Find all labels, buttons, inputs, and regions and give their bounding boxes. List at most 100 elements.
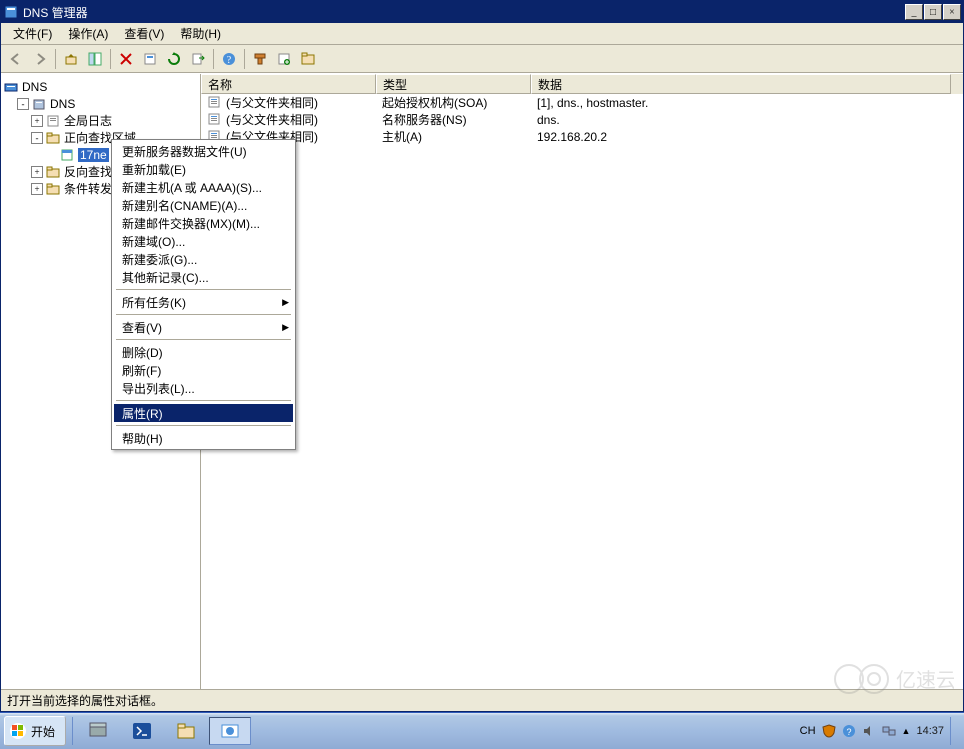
- new-record-button[interactable]: [273, 48, 295, 70]
- context-menu: 更新服务器数据文件(U)重新加载(E)新建主机(A 或 AAAA)(S)...新…: [111, 139, 296, 450]
- up-button[interactable]: [60, 48, 82, 70]
- expand-toggle: [45, 149, 57, 161]
- folder-icon: [45, 130, 61, 146]
- lang-indicator[interactable]: CH: [800, 725, 816, 737]
- expand-toggle[interactable]: +: [31, 115, 43, 127]
- context-menu-item[interactable]: 新建主机(A 或 AAAA)(S)...: [114, 178, 293, 196]
- start-button[interactable]: 开始: [4, 716, 66, 746]
- zone-icon: [59, 147, 75, 163]
- filter-button[interactable]: [249, 48, 271, 70]
- expand-toggle[interactable]: +: [31, 166, 43, 178]
- submenu-arrow-icon: ▶: [282, 322, 289, 333]
- app-icon: [3, 4, 19, 20]
- list-view[interactable]: 名称 类型 数据 (与父文件夹相同)起始授权机构(SOA)[1], dns., …: [201, 74, 963, 689]
- tray-icon-sound[interactable]: [862, 724, 876, 738]
- tree-label: 全局日志: [64, 112, 112, 129]
- quick-launch: [77, 716, 251, 746]
- show-hide-tree-button[interactable]: [84, 48, 106, 70]
- ql-powershell[interactable]: [121, 717, 163, 745]
- context-menu-item[interactable]: 删除(D): [114, 343, 293, 361]
- minimize-button[interactable]: _: [905, 4, 923, 20]
- svg-text:?: ?: [227, 55, 232, 66]
- menu-separator: [116, 289, 291, 290]
- forward-button[interactable]: [29, 48, 51, 70]
- properties-button[interactable]: [139, 48, 161, 70]
- context-menu-item[interactable]: 帮助(H): [114, 429, 293, 447]
- context-menu-item[interactable]: 更新服务器数据文件(U): [114, 142, 293, 160]
- status-text: 打开当前选择的属性对话框。: [7, 692, 163, 709]
- menu-action[interactable]: 操作(A): [60, 23, 116, 44]
- window-title: DNS 管理器: [23, 4, 88, 21]
- clock[interactable]: 14:37: [916, 725, 944, 737]
- export-button[interactable]: [187, 48, 209, 70]
- column-data[interactable]: 数据: [531, 74, 951, 94]
- ql-explorer[interactable]: [165, 717, 207, 745]
- tree-label: 反向查找: [64, 163, 112, 180]
- context-menu-item[interactable]: 属性(R): [114, 404, 293, 422]
- context-menu-item[interactable]: 新建别名(CNAME)(A)...: [114, 196, 293, 214]
- expand-toggle[interactable]: -: [17, 98, 29, 110]
- context-menu-item[interactable]: 所有任务(K)▶: [114, 293, 293, 311]
- submenu-arrow-icon: ▶: [282, 297, 289, 308]
- menu-separator: [116, 314, 291, 315]
- context-menu-item[interactable]: 新建邮件交换器(MX)(M)...: [114, 214, 293, 232]
- tree-label: 17ne: [78, 148, 109, 162]
- list-row[interactable]: (与父文件夹相同)名称服务器(NS)dns.: [201, 111, 963, 128]
- context-menu-item[interactable]: 重新加载(E): [114, 160, 293, 178]
- menu-file[interactable]: 文件(F): [5, 23, 60, 44]
- menu-help[interactable]: 帮助(H): [172, 23, 229, 44]
- folder-icon: [45, 164, 61, 180]
- toolbar: ?: [1, 45, 963, 73]
- tree-label: DNS: [50, 97, 75, 111]
- list-header: 名称 类型 数据: [201, 74, 963, 94]
- context-menu-item[interactable]: 其他新记录(C)...: [114, 268, 293, 286]
- context-menu-item[interactable]: 刷新(F): [114, 361, 293, 379]
- context-menu-item[interactable]: 新建域(O)...: [114, 232, 293, 250]
- context-menu-item[interactable]: 新建委派(G)...: [114, 250, 293, 268]
- column-name[interactable]: 名称: [201, 74, 376, 94]
- maximize-button[interactable]: □: [924, 4, 942, 20]
- svg-text:?: ?: [846, 727, 851, 737]
- titlebar[interactable]: DNS 管理器 _ □ ×: [1, 1, 963, 23]
- system-tray: CH ? ▲ 14:37: [794, 716, 964, 746]
- help-button[interactable]: ?: [218, 48, 240, 70]
- tree-root[interactable]: DNS: [3, 78, 198, 95]
- tree-item[interactable]: + 全局日志: [3, 112, 198, 129]
- list-row[interactable]: (与父文件夹相同)主机(A)192.168.20.2: [201, 128, 963, 145]
- ql-dns-manager[interactable]: [209, 717, 251, 745]
- ql-server-manager[interactable]: [77, 717, 119, 745]
- start-label: 开始: [31, 723, 55, 740]
- tree-label: DNS: [22, 80, 47, 94]
- menu-view[interactable]: 查看(V): [116, 23, 172, 44]
- list-row[interactable]: (与父文件夹相同)起始授权机构(SOA)[1], dns., hostmaste…: [201, 94, 963, 111]
- show-desktop[interactable]: [950, 717, 958, 745]
- context-menu-item[interactable]: 导出列表(L)...: [114, 379, 293, 397]
- tray-icon-network[interactable]: [882, 724, 896, 738]
- expand-toggle[interactable]: +: [31, 183, 43, 195]
- tree-label: 条件转发: [64, 180, 112, 197]
- tree-item[interactable]: - DNS: [3, 95, 198, 112]
- column-type[interactable]: 类型: [376, 74, 531, 94]
- status-bar: 打开当前选择的属性对话框。: [1, 689, 963, 711]
- record-icon: [207, 112, 223, 128]
- menubar: 文件(F) 操作(A) 查看(V) 帮助(H): [1, 23, 963, 45]
- expand-toggle[interactable]: -: [31, 132, 43, 144]
- taskbar: 开始 CH ? ▲ 14:37: [0, 712, 964, 749]
- tray-icon-shield[interactable]: [822, 724, 836, 738]
- back-button[interactable]: [5, 48, 27, 70]
- context-menu-item[interactable]: 查看(V)▶: [114, 318, 293, 336]
- record-icon: [207, 95, 223, 111]
- dns-root-icon: [3, 79, 19, 95]
- log-icon: [45, 113, 61, 129]
- zone-button[interactable]: [297, 48, 319, 70]
- windows-logo-icon: [9, 722, 27, 740]
- menu-separator: [116, 400, 291, 401]
- close-button[interactable]: ×: [943, 4, 961, 20]
- tray-chevron[interactable]: ▲: [902, 726, 911, 736]
- folder-icon: [45, 181, 61, 197]
- delete-button[interactable]: [115, 48, 137, 70]
- app-window: DNS 管理器 _ □ × 文件(F) 操作(A) 查看(V) 帮助(H) ?: [0, 0, 964, 712]
- menu-separator: [116, 425, 291, 426]
- refresh-button[interactable]: [163, 48, 185, 70]
- tray-icon-help[interactable]: ?: [842, 724, 856, 738]
